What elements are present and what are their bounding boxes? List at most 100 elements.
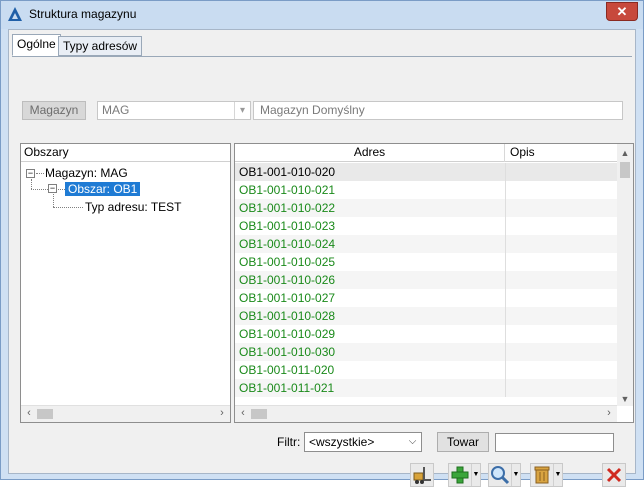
grid-vertical-scrollbar[interactable]: ▲ ▼: [617, 144, 633, 406]
chevron-down-icon[interactable]: ▼: [617, 392, 633, 406]
chevron-down-icon[interactable]: ▾: [234, 102, 250, 119]
window: Struktura magazynu ✕ Ogólne Typy adresów…: [0, 0, 644, 487]
scroll-thumb[interactable]: [620, 162, 630, 178]
address-cell: OB1-001-010-021: [239, 183, 336, 197]
tab-ogolne[interactable]: Ogólne: [12, 34, 61, 56]
filter-combo[interactable]: <wszystkie> ⌵: [304, 432, 422, 452]
tree-horizontal-scrollbar[interactable]: ‹ ›: [21, 405, 230, 422]
column-separator: [505, 379, 506, 397]
tree-node-label: Obszar: OB1: [65, 182, 141, 196]
chevron-up-icon[interactable]: ▲: [617, 146, 633, 160]
tab-page: Magazyn MAG ▾ Magazyn Domyślny Obszary −…: [12, 56, 634, 487]
table-row[interactable]: OB1-001-011-020: [235, 361, 617, 379]
table-row[interactable]: OB1-001-010-030: [235, 343, 617, 361]
table-row[interactable]: OB1-001-010-023: [235, 217, 617, 235]
tree-line: [53, 194, 54, 207]
table-row[interactable]: OB1-001-010-026: [235, 271, 617, 289]
column-separator: [505, 163, 506, 181]
app-logo-icon: [8, 7, 22, 21]
address-cell: OB1-001-010-028: [239, 309, 336, 323]
tree-node-warehouse[interactable]: Magazyn: MAG: [45, 165, 128, 181]
window-close-button[interactable]: ✕: [606, 2, 638, 21]
address-cell: OB1-001-010-024: [239, 237, 336, 251]
address-cell: OB1-001-011-021: [239, 381, 335, 395]
warehouse-combo-value: MAG: [102, 103, 130, 117]
tree-line: [36, 173, 44, 174]
column-header-opis[interactable]: Opis: [506, 144, 617, 162]
address-cell: OB1-001-010-020: [239, 165, 336, 179]
address-cell: OB1-001-010-025: [239, 255, 336, 269]
column-separator: [505, 235, 506, 253]
filter-label: Filtr:: [277, 435, 301, 449]
scroll-thumb[interactable]: [251, 409, 267, 419]
close-glyph-icon: ✕: [616, 4, 628, 19]
tree-header: Obszary: [21, 144, 230, 162]
address-cell: OB1-001-010-022: [239, 201, 336, 215]
forklift-button[interactable]: [410, 463, 434, 487]
table-row[interactable]: OB1-001-010-021: [235, 181, 617, 199]
areas-tree-panel[interactable]: Obszary − Magazyn: MAG − Obszar: OB1 Typ…: [20, 143, 231, 423]
chevron-right-icon[interactable]: ›: [601, 406, 617, 422]
dropdown-arrow-icon[interactable]: ▼: [553, 464, 562, 486]
delete-button[interactable]: ▼: [530, 463, 563, 487]
column-separator: [505, 199, 506, 217]
tree-line: [31, 189, 48, 190]
tree-line: [31, 179, 32, 189]
chevron-left-icon[interactable]: ‹: [21, 406, 37, 422]
table-row[interactable]: OB1-001-010-028: [235, 307, 617, 325]
trash-icon: [534, 466, 550, 484]
address-cell: OB1-001-010-026: [239, 273, 336, 287]
forklift-icon: [413, 467, 431, 484]
magnifier-icon: [491, 466, 510, 485]
tree-line: [58, 189, 65, 190]
title-bar[interactable]: Struktura magazynu ✕: [1, 1, 643, 29]
search-button[interactable]: ▼: [488, 463, 521, 487]
grid-horizontal-scrollbar[interactable]: ‹ ›: [235, 405, 617, 422]
dropdown-arrow-icon[interactable]: ▼: [511, 464, 520, 486]
warehouse-button[interactable]: Magazyn: [22, 101, 86, 120]
column-separator: [505, 181, 506, 199]
column-separator: [505, 343, 506, 361]
close-icon: [606, 467, 622, 483]
warehouse-description: Magazyn Domyślny: [253, 101, 623, 120]
towar-input[interactable]: [495, 433, 614, 452]
table-row[interactable]: OB1-001-010-020: [235, 163, 617, 181]
grid-body: OB1-001-010-020 OB1-001-010-021 OB1-001-01…: [235, 163, 617, 406]
tree-line: [53, 207, 83, 208]
client-area: Ogólne Typy adresów Magazyn MAG ▾ Magazy…: [8, 29, 636, 487]
column-separator: [505, 217, 506, 235]
column-separator: [505, 253, 506, 271]
scroll-thumb[interactable]: [37, 409, 53, 419]
tab-typy-adresow[interactable]: Typy adresów: [58, 36, 143, 56]
filter-combo-value: <wszystkie>: [309, 435, 375, 449]
table-row[interactable]: OB1-001-010-027: [235, 289, 617, 307]
chevron-left-icon[interactable]: ‹: [235, 406, 251, 422]
column-separator: [505, 271, 506, 289]
chevron-down-icon[interactable]: ⌵: [404, 433, 421, 451]
table-row[interactable]: OB1-001-010-022: [235, 199, 617, 217]
address-cell: OB1-001-010-030: [239, 345, 336, 359]
window-title: Struktura magazynu: [29, 7, 137, 21]
column-header-adres[interactable]: Adres: [235, 144, 505, 162]
table-row[interactable]: OB1-001-010-029: [235, 325, 617, 343]
tree-node-area[interactable]: Obszar: OB1: [65, 181, 141, 197]
addresses-grid[interactable]: Adres Opis OB1-001-010-020 OB1-001-010-02…: [234, 143, 634, 423]
chevron-right-icon[interactable]: ›: [214, 406, 230, 422]
collapse-icon[interactable]: −: [48, 184, 57, 193]
address-cell: OB1-001-010-023: [239, 219, 336, 233]
table-row[interactable]: OB1-001-011-021: [235, 379, 617, 397]
table-row[interactable]: OB1-001-010-025: [235, 253, 617, 271]
column-separator: [505, 325, 506, 343]
table-row[interactable]: OB1-001-010-024: [235, 235, 617, 253]
tree-node-address-type[interactable]: Typ adresu: TEST: [85, 199, 182, 215]
column-separator: [505, 289, 506, 307]
collapse-icon[interactable]: −: [26, 169, 35, 178]
tree-node-label: Typ adresu: TEST: [85, 200, 182, 214]
add-button[interactable]: ▼: [448, 463, 481, 487]
add-icon: [451, 466, 469, 484]
towar-button[interactable]: Towar: [437, 432, 489, 452]
warehouse-combo[interactable]: MAG ▾: [97, 101, 251, 120]
dropdown-arrow-icon[interactable]: ▼: [471, 464, 480, 486]
close-window-button[interactable]: [602, 463, 626, 487]
column-separator: [505, 361, 506, 379]
